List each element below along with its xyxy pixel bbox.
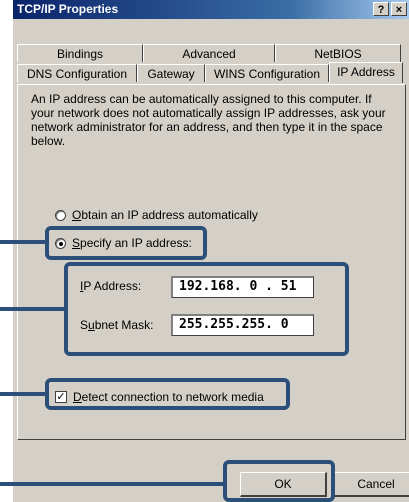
description-text: An IP address can be automatically assig…: [31, 92, 386, 148]
title-bar: TCP/IP Properties ? ×: [13, 0, 409, 19]
highlight-ok-button: [223, 460, 335, 502]
tab-advanced[interactable]: Advanced: [143, 44, 275, 62]
help-button[interactable]: ?: [373, 2, 389, 16]
obtain-ip-auto-label: Obtain an IP address automatically: [72, 208, 258, 222]
tab-gateway[interactable]: Gateway: [137, 64, 205, 82]
radio-unselected-icon: [55, 209, 66, 221]
tab-bindings[interactable]: Bindings: [17, 44, 143, 62]
tab-dns-configuration[interactable]: DNS Configuration: [17, 64, 137, 82]
callout-line-1: [0, 240, 45, 244]
close-button[interactable]: ×: [391, 2, 407, 16]
callout-line-4: [0, 482, 223, 486]
obtain-ip-auto-radio[interactable]: Obtain an IP address automatically: [55, 208, 258, 222]
highlight-detect-media: [45, 378, 290, 410]
window-title: TCP/IP Properties: [17, 2, 119, 16]
highlight-ip-fields: [64, 262, 349, 356]
tab-netbios[interactable]: NetBIOS: [275, 44, 401, 62]
tab-ip-address[interactable]: IP Address: [329, 62, 403, 83]
tab-wins-configuration[interactable]: WINS Configuration: [205, 64, 329, 82]
highlight-specify-ip: [45, 226, 207, 260]
cancel-button[interactable]: Cancel: [333, 472, 409, 497]
callout-line-2: [0, 307, 64, 311]
callout-line-3: [0, 392, 45, 396]
